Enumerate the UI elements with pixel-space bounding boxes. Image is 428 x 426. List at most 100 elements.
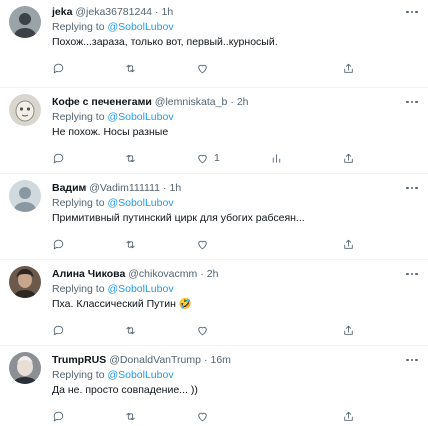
tweet[interactable]: TrumpRUS @DonaldVanTrump · 16m Replying to…: [0, 352, 428, 426]
tweet[interactable]: Алина Чикова @chikovacmm · 2h Replying to …: [0, 266, 428, 346]
reply-button[interactable]: [52, 322, 65, 338]
retweet-button[interactable]: [124, 60, 137, 76]
reply-button[interactable]: [52, 150, 65, 166]
share-button[interactable]: [342, 60, 355, 76]
tweet-header: Алина Чикова @chikovacmm · 2h: [52, 266, 218, 282]
user-handle[interactable]: @chikovacmm: [128, 268, 197, 280]
share-icon: [344, 239, 353, 249]
display-name[interactable]: TrumpRUS: [52, 354, 106, 366]
heart-icon: [198, 64, 207, 73]
share-icon: [344, 153, 353, 163]
like-button[interactable]: [196, 60, 214, 76]
user-handle[interactable]: @jeka36781244: [75, 6, 152, 18]
timestamp[interactable]: 2h: [237, 96, 249, 108]
share-button[interactable]: [342, 236, 355, 252]
tweet-text: Да не. просто совпадение... )): [52, 384, 198, 396]
retweet-icon: [126, 326, 135, 334]
separator-dot: ·: [155, 6, 159, 18]
replying-to: Replying to @SobolLubov: [52, 196, 174, 211]
reply-button[interactable]: [52, 236, 65, 252]
separator-dot: ·: [163, 182, 167, 194]
replying-to-label: Replying to: [52, 111, 105, 123]
tweet-header: jeka @jeka36781244 · 1h: [52, 4, 173, 20]
timestamp[interactable]: 1h: [162, 6, 174, 18]
retweet-button[interactable]: [124, 236, 137, 252]
more-options-icon[interactable]: [404, 182, 420, 194]
retweet-button[interactable]: [124, 150, 137, 166]
timestamp[interactable]: 2h: [207, 268, 219, 280]
like-button[interactable]: [196, 408, 214, 424]
heart-icon: [198, 154, 207, 163]
mention-link[interactable]: @SobolLubov: [107, 197, 173, 209]
replying-to: Replying to @SobolLubov: [52, 110, 174, 125]
mention-link[interactable]: @SobolLubov: [107, 369, 173, 381]
display-name[interactable]: Алина Чикова: [52, 268, 125, 280]
retweet-icon: [126, 240, 135, 248]
more-options-icon[interactable]: [404, 268, 420, 280]
user-handle[interactable]: @DonaldVanTrump: [109, 354, 201, 366]
share-icon: [344, 63, 353, 73]
retweet-button[interactable]: [124, 408, 137, 424]
tweet-actions: [52, 322, 412, 338]
user-handle[interactable]: @lemniskata_b: [155, 96, 228, 108]
reply-button[interactable]: [52, 408, 65, 424]
reply-button[interactable]: [52, 60, 65, 76]
heart-icon: [198, 412, 207, 421]
timestamp[interactable]: 16m: [210, 354, 230, 366]
share-icon: [344, 411, 353, 421]
share-button[interactable]: [342, 150, 355, 166]
display-name[interactable]: Вадим: [52, 182, 86, 194]
share-button[interactable]: [342, 322, 355, 338]
replying-to-label: Replying to: [52, 369, 105, 381]
avatar[interactable]: [9, 94, 41, 126]
bar-chart-icon: [272, 153, 281, 163]
separator-dot: ·: [203, 354, 208, 366]
separator-dot: ·: [230, 96, 234, 108]
heart-icon: [198, 326, 207, 335]
reply-icon: [53, 411, 64, 421]
avatar[interactable]: [9, 6, 41, 38]
more-options-icon[interactable]: [404, 354, 420, 366]
like-button[interactable]: [196, 322, 214, 338]
retweet-icon: [126, 412, 135, 420]
replying-to: Replying to @SobolLubov: [52, 20, 174, 35]
retweet-icon: [126, 64, 135, 72]
user-handle[interactable]: @Vadim111111: [89, 182, 160, 194]
like-button[interactable]: 1: [196, 150, 220, 166]
mention-link[interactable]: @SobolLubov: [107, 21, 173, 33]
display-name[interactable]: jeka: [52, 6, 72, 18]
mention-link[interactable]: @SobolLubov: [107, 111, 173, 123]
reply-icon: [53, 239, 64, 249]
heart-icon: [198, 240, 207, 249]
tweet-header: Кофе с печенегами @lemniskata_b · 2h: [52, 94, 249, 110]
retweet-button[interactable]: [124, 322, 137, 338]
replying-to: Replying to @SobolLubov: [52, 368, 174, 383]
display-name[interactable]: Кофе с печенегами: [52, 96, 152, 108]
avatar[interactable]: [9, 266, 41, 298]
tweet[interactable]: Вадим @Vadim111111 · 1h Replying to @Sobol…: [0, 180, 428, 260]
like-button[interactable]: [196, 236, 214, 252]
more-options-icon[interactable]: [404, 96, 420, 108]
tweet-header: TrumpRUS @DonaldVanTrump · 16m: [52, 352, 231, 368]
tweet-actions: [52, 408, 412, 424]
timestamp[interactable]: 1h: [170, 182, 182, 194]
mention-link[interactable]: @SobolLubov: [107, 283, 173, 295]
more-options-icon[interactable]: [404, 6, 420, 18]
share-button[interactable]: [342, 408, 355, 424]
tweet-actions: 1: [52, 150, 412, 166]
separator-dot: ·: [200, 268, 204, 280]
avatar[interactable]: [9, 180, 41, 212]
share-icon: [344, 325, 353, 335]
reply-feed: jeka @jeka36781244 · 1h Replying to @Sobol…: [0, 0, 428, 426]
tweet-text: Не похож. Носы разные: [52, 126, 169, 138]
avatar[interactable]: [9, 352, 41, 384]
reply-icon: [53, 63, 64, 73]
reply-icon: [53, 325, 64, 335]
like-count: 1: [214, 152, 220, 164]
replying-to-label: Replying to: [52, 21, 105, 33]
analytics-button[interactable]: [270, 150, 283, 166]
tweet-text: Похож...зараза, только вот, первый..курн…: [52, 36, 278, 48]
tweet[interactable]: jeka @jeka36781244 · 1h Replying to @Sobol…: [0, 4, 428, 88]
reply-icon: [53, 153, 64, 163]
tweet[interactable]: Кофе с печенегами @lemniskata_b · 2h Reply…: [0, 94, 428, 174]
